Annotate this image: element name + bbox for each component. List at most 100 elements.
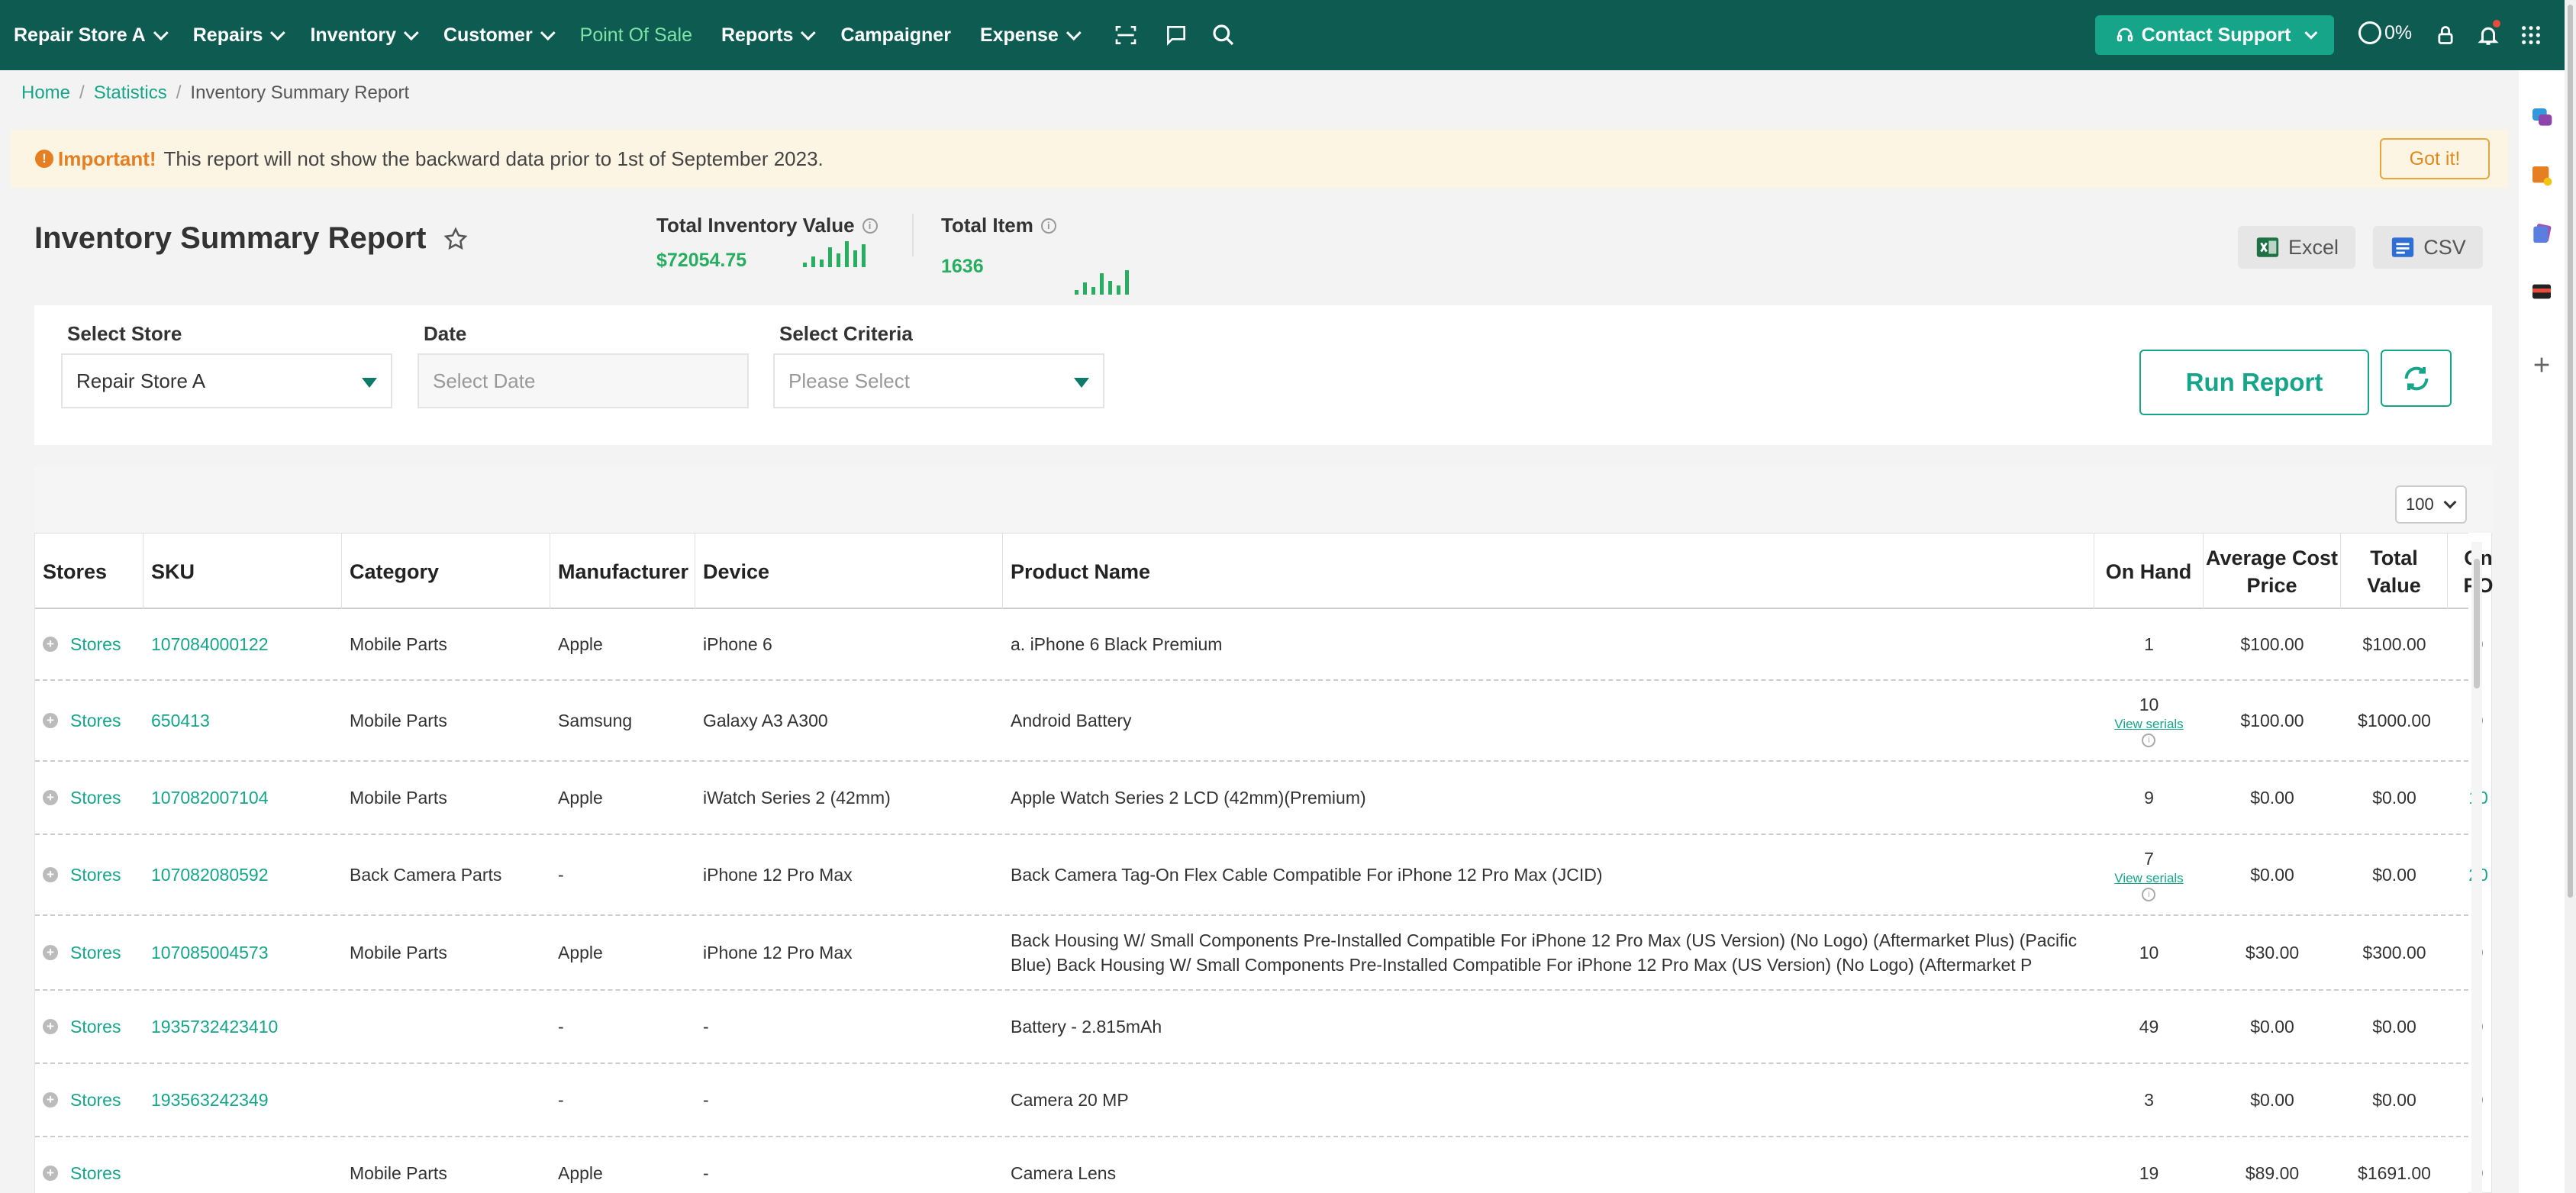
star-icon[interactable] — [443, 226, 469, 252]
breadcrumb-statistics[interactable]: Statistics — [94, 82, 167, 104]
stores-link[interactable]: Stores — [70, 711, 121, 731]
col-header-total-value[interactable]: Total Value — [2341, 534, 2448, 610]
stores-link[interactable]: Stores — [70, 1090, 121, 1111]
stores-link[interactable]: Stores — [70, 865, 121, 885]
side-rail — [2519, 70, 2565, 1193]
expand-row-icon[interactable]: + — [43, 867, 58, 882]
cell-sku[interactable] — [143, 1137, 342, 1193]
table-scrollbar[interactable] — [2471, 542, 2482, 1193]
chat-bubble-icon[interactable] — [2529, 105, 2554, 130]
info-icon[interactable]: i — [2142, 733, 2156, 747]
expand-row-icon[interactable]: + — [43, 1019, 58, 1034]
table-toolbar — [34, 467, 2492, 533]
run-report-button[interactable]: Run Report — [2139, 350, 2369, 415]
apps-grid-icon[interactable] — [2517, 20, 2545, 50]
setup-progress[interactable]: 0% — [2358, 21, 2412, 44]
expand-row-icon[interactable]: + — [43, 1166, 58, 1181]
nav-label: Inventory — [310, 24, 396, 46]
excel-label: Excel — [2287, 235, 2339, 259]
table-row: + Stores 650413 Mobile Parts Samsung Galaxy A… — [35, 681, 2483, 762]
avgcost-text: $0.00 — [2250, 787, 2294, 808]
page-scrollbar-thumb[interactable] — [2568, 5, 2573, 898]
table-row: + Stores 107082080592 Back Camera Parts - iPh… — [35, 835, 2488, 916]
contact-support-button[interactable]: Contact Support — [2095, 15, 2334, 55]
select-store-dropdown[interactable]: Repair Store A — [61, 353, 392, 408]
sku-text[interactable]: 193563242349 — [151, 1090, 269, 1111]
col-header-average-cost[interactable]: Average Cost Price — [2204, 534, 2341, 610]
total-text: $0.00 — [2372, 1089, 2416, 1110]
cell-sku[interactable]: 107082007104 — [143, 762, 342, 833]
on-hand-stack: 10 View serials i — [2114, 695, 2184, 747]
manufacturer-text: - — [558, 1016, 564, 1037]
chevron-down-icon — [801, 25, 817, 41]
cell-onhand: 19 — [2094, 1137, 2204, 1193]
view-serials-link[interactable]: View serials — [2114, 717, 2183, 732]
export-excel-button[interactable]: Excel — [2238, 226, 2355, 269]
product-text: Camera 20 MP — [1011, 1090, 1129, 1110]
col-header-manufacturer[interactable]: Manufacturer — [550, 534, 695, 610]
select-criteria-dropdown[interactable]: Please Select — [773, 353, 1104, 408]
notice-message: This report will not show the backward d… — [163, 147, 824, 170]
manufacturer-text: - — [558, 864, 564, 885]
cards-icon[interactable] — [2529, 221, 2554, 246]
wallet-icon[interactable] — [2529, 279, 2554, 304]
sku-text[interactable]: 650413 — [151, 711, 210, 731]
expand-row-icon[interactable]: + — [43, 637, 58, 652]
info-icon[interactable]: i — [862, 218, 878, 234]
nav-store-switcher[interactable]: Repair Store A — [14, 24, 169, 47]
stores-link[interactable]: Stores — [70, 1017, 121, 1037]
nav-campaigner[interactable]: Campaigner — [840, 24, 950, 47]
chevron-down-icon — [270, 25, 286, 41]
cell-sku[interactable]: 107082080592 — [143, 835, 342, 914]
expand-row-icon[interactable]: + — [43, 713, 58, 728]
scan-icon[interactable] — [1112, 21, 1140, 49]
sku-text[interactable]: 107082080592 — [151, 865, 269, 885]
stores-link[interactable]: Stores — [70, 943, 121, 963]
cell-store: + Stores — [35, 916, 143, 989]
cell-sku[interactable]: 107084000122 — [143, 609, 342, 679]
col-header-product-name[interactable]: Product Name — [1003, 534, 2094, 610]
col-header-category[interactable]: Category — [342, 534, 550, 610]
col-header-sku[interactable]: SKU — [143, 534, 342, 610]
stores-link[interactable]: Stores — [70, 1163, 121, 1184]
expand-row-icon[interactable]: + — [43, 790, 58, 805]
chat-icon[interactable] — [1162, 21, 1190, 49]
info-icon[interactable]: i — [1040, 218, 1056, 234]
col-header-device[interactable]: Device — [695, 534, 1003, 610]
page-size-select[interactable]: 100 — [2395, 485, 2467, 524]
expand-row-icon[interactable]: + — [43, 1092, 58, 1108]
nav-inventory[interactable]: Inventory — [310, 24, 419, 47]
add-icon[interactable] — [2529, 353, 2554, 377]
date-input[interactable]: Select Date — [418, 353, 749, 408]
sku-text[interactable]: 107082007104 — [151, 788, 269, 808]
refresh-icon — [2404, 366, 2428, 390]
view-serials-link[interactable]: View serials — [2114, 871, 2183, 886]
cell-sku[interactable]: 107085004573 — [143, 916, 342, 989]
sku-text[interactable]: 1935732423410 — [151, 1017, 278, 1037]
bell-icon[interactable] — [2474, 20, 2502, 50]
refresh-button[interactable] — [2381, 350, 2452, 407]
search-icon[interactable] — [1210, 21, 1237, 49]
info-icon[interactable]: i — [2142, 887, 2156, 901]
cell-sku[interactable]: 1935732423410 — [143, 991, 342, 1062]
table-scrollbar-thumb[interactable] — [2474, 559, 2480, 688]
nav-expense[interactable]: Expense — [980, 24, 1082, 47]
got-it-button[interactable]: Got it! — [2380, 138, 2490, 179]
stores-link[interactable]: Stores — [70, 788, 121, 808]
nav-repairs[interactable]: Repairs — [193, 24, 286, 47]
nav-customer[interactable]: Customer — [443, 24, 556, 47]
export-csv-button[interactable]: CSV — [2373, 226, 2483, 269]
sku-text[interactable]: 107085004573 — [151, 943, 269, 963]
col-header-on-hand[interactable]: On Hand — [2094, 534, 2204, 610]
lock-icon[interactable] — [2432, 20, 2459, 50]
expand-row-icon[interactable]: + — [43, 945, 58, 960]
cell-sku[interactable]: 193563242349 — [143, 1064, 342, 1136]
notes-icon[interactable] — [2529, 163, 2554, 188]
col-header-stores[interactable]: Stores — [35, 534, 143, 610]
nav-point-of-sale[interactable]: Point Of Sale — [580, 24, 692, 47]
breadcrumb-home[interactable]: Home — [21, 82, 70, 104]
stores-link[interactable]: Stores — [70, 634, 121, 655]
sku-text[interactable]: 107084000122 — [151, 634, 269, 655]
cell-sku[interactable]: 650413 — [143, 681, 342, 760]
nav-reports[interactable]: Reports — [721, 24, 817, 47]
